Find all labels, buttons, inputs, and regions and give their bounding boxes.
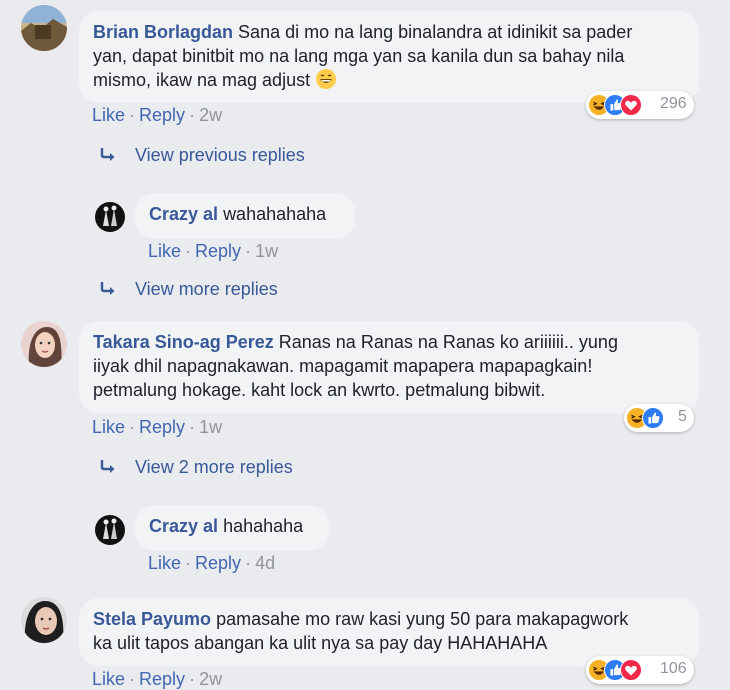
like-link[interactable]: Like: [92, 669, 125, 689]
comment-actions: Like · Reply · 1w: [92, 417, 223, 437]
reply-arrow-icon: [100, 281, 116, 297]
avatar[interactable]: [95, 515, 125, 545]
reply-time[interactable]: 1w: [255, 241, 278, 261]
comment-text: yan, dapat binitbit mo na lang mga yan s…: [93, 46, 625, 66]
reply-author[interactable]: Crazy al: [149, 516, 218, 536]
like-icon: [642, 407, 664, 429]
reply-actions: Like · Reply · 4d: [148, 553, 276, 573]
avatar-image-icon: [95, 202, 125, 232]
comment-author[interactable]: Takara Sino-ag Perez: [93, 332, 274, 352]
like-link[interactable]: Like: [148, 553, 181, 573]
view-two-more-replies-label[interactable]: View 2 more replies: [135, 457, 293, 478]
view-previous-replies[interactable]: View previous replies: [99, 145, 359, 169]
reply-link[interactable]: Reply: [139, 669, 185, 689]
comment-actions: Like · Reply · 2w: [92, 105, 223, 125]
comment-text: ka ulit tapos abangan ka ulit nya sa pay…: [93, 633, 548, 653]
comment-text: Sana di mo na lang binalandra at idiniki…: [238, 22, 633, 42]
avatar-image-icon: [21, 5, 67, 51]
comment-bubble: Brian Borlagdan Sana di mo na lang binal…: [79, 11, 699, 103]
reply-link[interactable]: Reply: [195, 553, 241, 573]
avatar[interactable]: [21, 597, 67, 643]
reaction-summary[interactable]: 106: [586, 656, 694, 684]
comment-time[interactable]: 2w: [199, 669, 222, 689]
like-link[interactable]: Like: [148, 241, 181, 261]
reply-author[interactable]: Crazy al: [149, 204, 218, 224]
avatar-image-icon: [21, 597, 67, 643]
view-more-replies-label[interactable]: View more replies: [135, 279, 278, 300]
avatar[interactable]: [21, 5, 67, 51]
reply-time[interactable]: 4d: [255, 553, 275, 573]
reaction-summary[interactable]: 296: [586, 91, 694, 119]
comment-text: petmalung hokage. kaht lock an kwrto. pe…: [93, 380, 546, 400]
comment-author[interactable]: Stela Payumo: [93, 609, 211, 629]
avatar[interactable]: [21, 321, 67, 367]
comment-text: mismo, ikaw na mag adjust: [93, 70, 311, 90]
grinning-face-emoji: [316, 69, 337, 89]
comment-text: Ranas na Ranas na Ranas ko ariiiiii.. yu…: [278, 332, 618, 352]
avatar-image-icon: [95, 515, 125, 545]
avatar[interactable]: [95, 202, 125, 232]
view-two-more-replies[interactable]: View 2 more replies: [99, 457, 339, 481]
like-link[interactable]: Like: [92, 105, 125, 125]
avatar-image-icon: [21, 321, 67, 367]
reply-bubble: Crazy al wahahahaha: [135, 193, 355, 239]
comment-time[interactable]: 1w: [199, 417, 222, 437]
reply-text: hahahaha: [223, 516, 304, 536]
love-icon: [620, 94, 642, 116]
like-link[interactable]: Like: [92, 417, 125, 437]
comment-text: iiyak dhil napagnakawan. mapagamit mapap…: [93, 356, 593, 376]
reaction-count: 106: [660, 660, 687, 677]
comment-time[interactable]: 2w: [199, 105, 222, 125]
comment-actions: Like · Reply · 2w: [92, 669, 223, 689]
love-icon: [620, 659, 642, 681]
reply-link[interactable]: Reply: [139, 105, 185, 125]
reply-bubble: Crazy al hahahaha: [135, 505, 329, 551]
reply-link[interactable]: Reply: [139, 417, 185, 437]
reaction-summary[interactable]: 5: [624, 404, 694, 432]
reply-arrow-icon: [100, 459, 116, 475]
reply-text: wahahahaha: [223, 204, 327, 224]
reaction-count: 296: [660, 95, 687, 112]
comment-author[interactable]: Brian Borlagdan: [93, 22, 233, 42]
comment-bubble: Takara Sino-ag Perez Ranas na Ranas na R…: [79, 321, 699, 413]
reply-link[interactable]: Reply: [195, 241, 241, 261]
view-more-replies[interactable]: View more replies: [99, 279, 319, 303]
reaction-count: 5: [678, 408, 687, 425]
reply-actions: Like · Reply · 1w: [148, 241, 279, 261]
comment-text: pamasahe mo raw kasi yung 50 para makapa…: [216, 609, 629, 629]
view-previous-replies-label[interactable]: View previous replies: [135, 145, 305, 166]
reply-arrow-icon: [100, 147, 116, 163]
